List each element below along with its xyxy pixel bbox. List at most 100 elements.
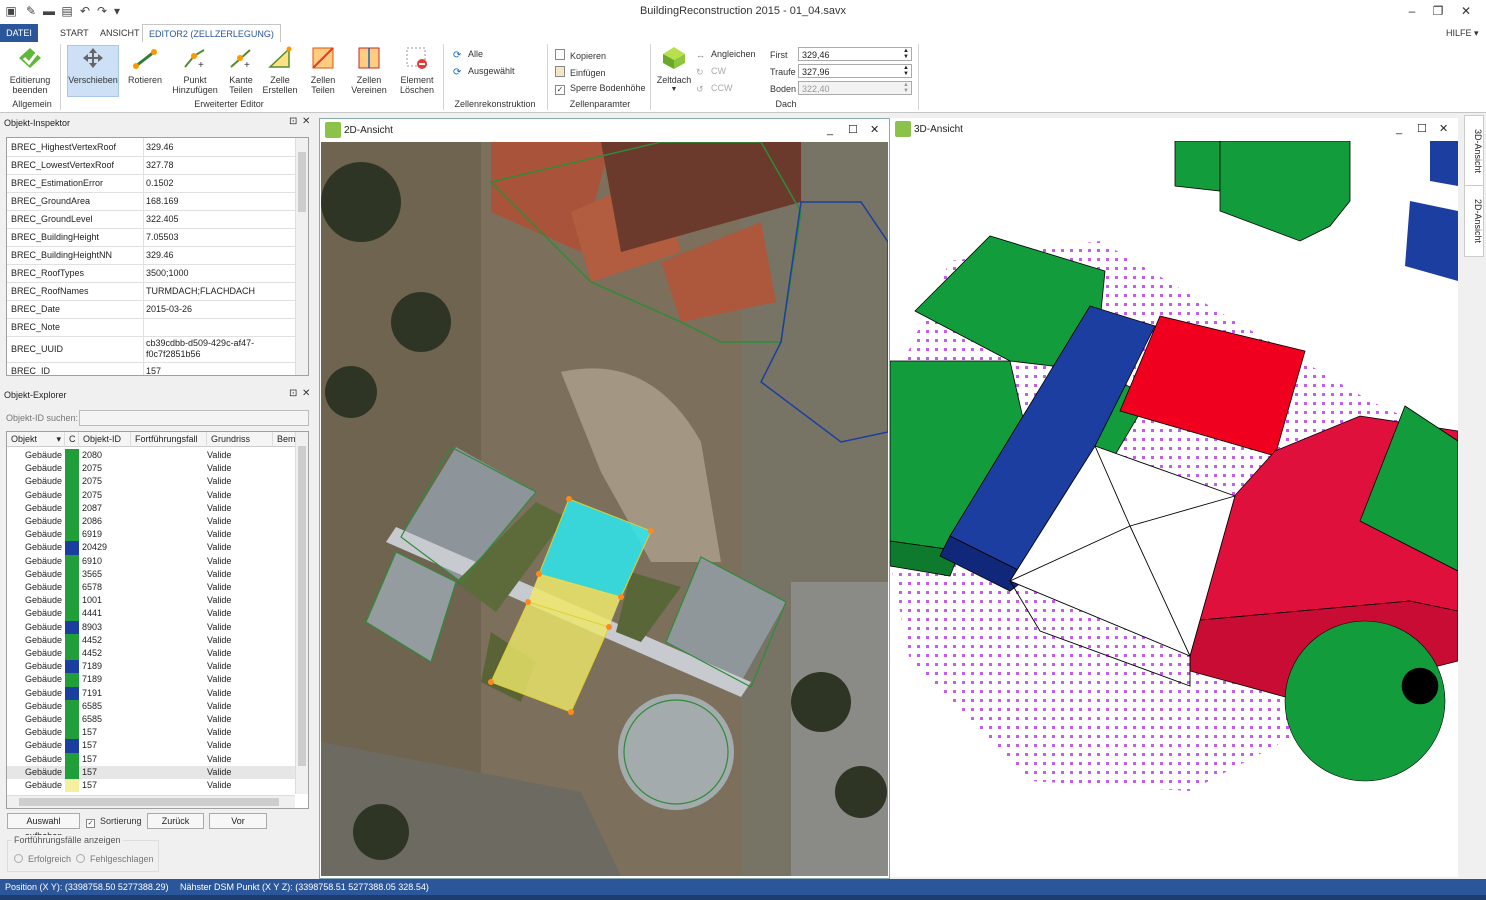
col-header-objekt-id[interactable]: Objekt-ID — [79, 432, 131, 447]
col-header-fortfuehrungsfall[interactable]: Fortführungsfall — [131, 432, 207, 447]
maximize-icon[interactable]: ☐ — [1417, 118, 1427, 141]
inspector-row[interactable]: BREC_HighestVertexRoof 329.46 — [7, 138, 295, 157]
table-row[interactable]: Gebäude 157 Valide — [7, 726, 295, 740]
property-value[interactable]: cb39cdbb-d509-429c-af47-f0c7f2851b56 — [146, 338, 294, 360]
3d-model-canvas[interactable] — [890, 141, 1458, 877]
inspector-row[interactable]: BREC_GroundArea 168.169 — [7, 192, 295, 211]
filter-icon[interactable]: ▾ — [56, 432, 61, 447]
end-edit-button[interactable]: Editierung beenden — [4, 46, 56, 95]
side-tab-3d[interactable]: 3D-Ansicht — [1464, 115, 1484, 187]
sort-checkbox[interactable]: ✓ Sortierung — [86, 816, 142, 828]
create-cell-button[interactable]: Zelle Erstellen — [260, 46, 300, 95]
table-row[interactable]: Gebäude 6910 Valide — [7, 554, 295, 568]
add-point-button[interactable]: + Punkt Hinzufügen — [170, 46, 220, 95]
copy-button[interactable]: Kopieren — [555, 49, 606, 61]
property-value[interactable]: 3500;1000 — [146, 268, 294, 279]
property-value[interactable]: 7.05503 — [146, 232, 294, 243]
col-header-objekt[interactable]: Objekt ▾ — [7, 432, 65, 447]
inspector-row[interactable]: BREC_RoofTypes 3500;1000 — [7, 264, 295, 283]
vertex-handle[interactable] — [618, 594, 624, 600]
vertex-handle[interactable] — [648, 528, 654, 534]
delete-element-button[interactable]: Element Löschen — [394, 46, 440, 95]
rotate-ccw-button[interactable]: ↺ CCW — [696, 83, 733, 94]
table-row[interactable]: Gebäude 7189 Valide — [7, 673, 295, 687]
pin-icon[interactable]: ⊡ — [289, 388, 297, 399]
table-row[interactable]: Gebäude 8903 Valide — [7, 620, 295, 634]
spin-arrows-icon[interactable]: ▲ ▼ — [903, 48, 909, 60]
vertex-handle[interactable] — [606, 624, 612, 630]
tab-ansicht[interactable]: ANSICHT — [94, 24, 146, 42]
property-value[interactable]: 0.1502 — [146, 178, 294, 189]
inspector-row[interactable]: BREC_LowestVertexRoof 327.78 — [7, 156, 295, 175]
table-row[interactable]: Gebäude 157 Valide — [7, 779, 295, 793]
table-row[interactable]: Gebäude 157 Valide — [7, 752, 295, 766]
inspector-row[interactable]: BREC_BuildingHeightNN 329.46 — [7, 246, 295, 265]
back-button[interactable]: Zurück — [147, 813, 204, 829]
tent-roof-button[interactable]: Zeltdach ▼ — [654, 46, 694, 95]
table-row[interactable]: Gebäude 7191 Valide — [7, 686, 295, 700]
align-button[interactable]: ↔ Angleichen — [696, 49, 756, 60]
rotate-button[interactable]: Rotieren — [124, 46, 166, 85]
table-row[interactable]: Gebäude 6585 Valide — [7, 713, 295, 727]
property-value[interactable]: 157 — [146, 366, 294, 375]
vertex-handle[interactable] — [525, 599, 531, 605]
table-row[interactable]: Gebäude 20429 Valide — [7, 541, 295, 555]
scroll-thumb[interactable] — [298, 152, 306, 212]
property-value[interactable]: 329.46 — [146, 250, 294, 261]
col-header-grundriss[interactable]: Grundriss — [207, 432, 273, 447]
minimize-icon[interactable]: _ — [1396, 118, 1402, 141]
scroll-thumb[interactable] — [19, 798, 279, 806]
first-height-input[interactable]: 329,46 ▲ ▼ — [798, 47, 912, 61]
property-value[interactable]: TURMDACH;FLACHDACH — [146, 286, 294, 297]
restore-icon[interactable]: ❐ — [1424, 2, 1452, 20]
inspector-row[interactable]: BREC_BuildingHeight 7.05503 — [7, 228, 295, 247]
paste-button[interactable]: Einfügen — [555, 66, 606, 78]
inspector-row[interactable]: BREC_Note — [7, 318, 295, 337]
object-id-search-input[interactable] — [79, 410, 309, 426]
vertex-handle[interactable] — [566, 496, 572, 502]
table-row[interactable]: Gebäude 6585 Valide — [7, 699, 295, 713]
col-header-c[interactable]: C — [65, 432, 79, 447]
split-cell-button[interactable]: Zellen Teilen — [303, 46, 343, 95]
scroll-thumb[interactable] — [298, 446, 306, 766]
aerial-map-canvas[interactable] — [321, 142, 888, 876]
inspector-row[interactable]: BREC_GroundLevel 322.405 — [7, 210, 295, 229]
inspector-row[interactable]: BREC_UUID cb39cdbb-d509-429c-af47-f0c7f28… — [7, 336, 295, 363]
table-row[interactable]: Gebäude 6919 Valide — [7, 528, 295, 542]
table-row[interactable]: Gebäude 3565 Valide — [7, 567, 295, 581]
table-row[interactable]: Gebäude 2075 Valide — [7, 488, 295, 502]
spin-arrows-icon[interactable]: ▲ ▼ — [903, 82, 909, 94]
inspector-row[interactable]: BREC_ID 157 — [7, 362, 295, 375]
lock-ground-checkbox[interactable]: ✓ Sperre Bodenhöhe — [555, 83, 646, 95]
eave-height-input[interactable]: 327,96 ▲ ▼ — [798, 64, 912, 78]
filter-success-radio[interactable]: Erfolgreich — [14, 854, 71, 864]
merge-cells-button[interactable]: Zellen Vereinen — [346, 46, 392, 95]
forward-button[interactable]: Vor — [209, 813, 267, 829]
table-row[interactable]: Gebäude 7189 Valide — [7, 660, 295, 674]
inspector-row[interactable]: BREC_RoofNames TURMDACH;FLACHDACH — [7, 282, 295, 301]
tab-datei[interactable]: DATEI — [0, 24, 38, 42]
close-panel-icon[interactable]: ✕ — [302, 388, 310, 399]
maximize-icon[interactable]: ☐ — [848, 119, 858, 142]
table-row[interactable]: Gebäude 2080 Valide — [7, 449, 295, 463]
close-icon[interactable]: ✕ — [1439, 118, 1448, 141]
reconstruct-all-button[interactable]: ⟳ Alle — [453, 49, 483, 61]
rotate-cw-button[interactable]: ↻ CW — [696, 66, 726, 77]
table-row[interactable]: Gebäude 4452 Valide — [7, 647, 295, 661]
close-icon[interactable]: ✕ — [870, 119, 879, 142]
inspector-row[interactable]: BREC_EstimationError 0.1502 — [7, 174, 295, 193]
property-value[interactable]: 2015-03-26 — [146, 304, 294, 315]
tab-start[interactable]: START — [54, 24, 95, 42]
property-value[interactable]: 168.169 — [146, 196, 294, 207]
minimize-icon[interactable]: – — [1398, 2, 1426, 20]
filter-failed-radio[interactable]: Fehlgeschlagen — [76, 854, 154, 864]
inspector-row[interactable]: BREC_Date 2015-03-26 — [7, 300, 295, 319]
property-value[interactable]: 329.46 — [146, 142, 294, 153]
table-row[interactable]: Gebäude 2075 Valide — [7, 462, 295, 476]
vertex-handle[interactable] — [568, 709, 574, 715]
spin-arrows-icon[interactable]: ▲ ▼ — [903, 65, 909, 77]
table-row[interactable]: Gebäude 1001 Valide — [7, 594, 295, 608]
table-row[interactable]: Gebäude 2075 Valide — [7, 475, 295, 489]
vertex-handle[interactable] — [488, 679, 494, 685]
clear-selection-button[interactable]: Auswahl aufheben — [7, 813, 80, 841]
